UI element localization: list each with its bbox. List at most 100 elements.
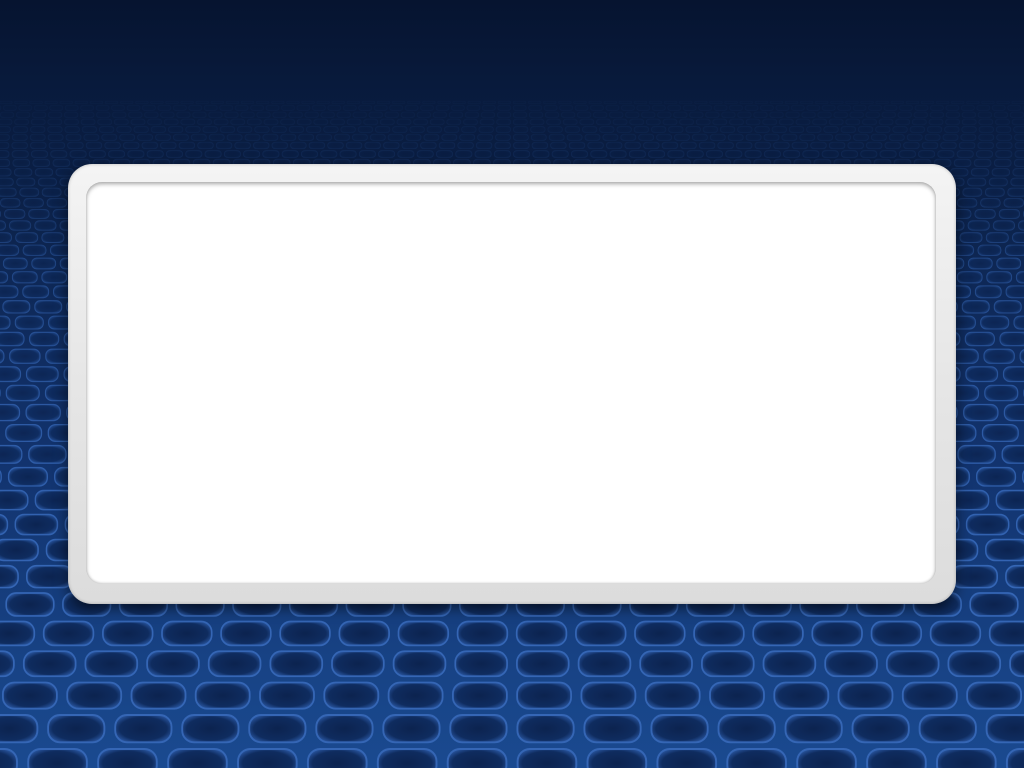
grid-cell: [583, 714, 642, 744]
grid-cell: [25, 403, 61, 422]
grid-cell: [995, 489, 1024, 511]
grid-cell: [451, 681, 508, 710]
grid-cell: [963, 403, 999, 422]
grid-cell: [0, 620, 36, 647]
grid-cell: [650, 714, 709, 744]
grid-cell: [516, 748, 578, 768]
grid-cell: [0, 714, 39, 744]
grid-cell: [577, 650, 632, 678]
grid-cell: [47, 714, 106, 744]
grid-cell: [929, 620, 982, 647]
grid-cell: [248, 714, 307, 744]
grid-cell: [376, 748, 438, 768]
grid-cell: [382, 714, 441, 744]
grid-cell: [66, 681, 123, 710]
grid-cell: [1009, 650, 1024, 678]
grid-cell: [1, 681, 58, 710]
grid-cell: [762, 650, 817, 678]
grid-cell: [965, 513, 1010, 536]
grid-cell: [1003, 403, 1024, 422]
grid-cell: [516, 681, 573, 710]
grid-cell: [130, 681, 187, 710]
grid-cell: [259, 681, 315, 710]
grid-cell: [988, 620, 1024, 647]
grid-cell: [454, 650, 508, 678]
grid-cell: [986, 271, 1013, 284]
grid-cell: [0, 285, 19, 299]
grid-cell: [323, 681, 380, 710]
grid-cell: [84, 650, 139, 678]
grid-cell: [985, 538, 1024, 562]
grid-cell: [984, 384, 1019, 402]
grid-cell: [449, 714, 508, 744]
grid-cell: [11, 271, 38, 284]
grid-cell: [14, 513, 59, 536]
grid-cell: [161, 620, 213, 647]
grid-cell: [0, 315, 11, 330]
grid-cell: [5, 592, 55, 617]
grid-cell: [956, 271, 983, 284]
grid-cell: [456, 620, 509, 647]
grid-cell: [644, 681, 701, 710]
grid-cell: [1002, 366, 1024, 383]
grid-cell: [885, 650, 940, 678]
grid-cell: [709, 681, 765, 710]
grid-cell: [0, 470, 2, 484]
grid-cell: [14, 315, 44, 330]
grid-cell: [656, 748, 718, 768]
grid-cell: [947, 650, 1002, 678]
grid-cell: [966, 681, 1023, 710]
grid-cell: [918, 714, 977, 744]
grid-cell: [279, 620, 331, 647]
grid-cell: [1005, 564, 1024, 589]
grid-cell: [983, 348, 1015, 364]
grid-cell: [28, 444, 67, 464]
grid-cell: [0, 331, 25, 347]
grid-cell: [985, 714, 1024, 744]
grid-cell: [5, 384, 40, 402]
grid-cell: [0, 349, 5, 364]
grid-cell: [0, 748, 18, 768]
grid-cell: [1005, 285, 1024, 299]
grid-cell: [331, 650, 385, 678]
grid-cell: [586, 748, 648, 768]
grid-cell: [397, 620, 450, 647]
grid-cell: [1015, 513, 1024, 536]
grid-cell: [936, 748, 997, 768]
content-panel-frame: [68, 164, 956, 604]
grid-cell: [102, 620, 154, 647]
grid-cell: [34, 300, 63, 314]
grid-cell: [97, 748, 158, 768]
grid-cell: [220, 620, 272, 647]
grid-cell: [181, 714, 240, 744]
grid-cell: [42, 620, 95, 647]
grid-cell: [717, 714, 776, 744]
grid-cell: [387, 681, 444, 710]
grid-cell: [965, 366, 999, 383]
grid-cell: [22, 650, 77, 678]
grid-cell: [1005, 748, 1024, 768]
grid-cell: [7, 466, 48, 487]
grid-cell: [0, 489, 29, 511]
grid-cell: [146, 650, 200, 678]
grid-cell: [22, 285, 50, 299]
grid-cell: [701, 650, 755, 678]
grid-cell: [693, 620, 745, 647]
grid-cell: [726, 748, 787, 768]
slide-background: [0, 0, 1024, 768]
grid-cell: [981, 423, 1019, 443]
grid-cell: [0, 564, 19, 589]
grid-cell: [9, 348, 41, 364]
grid-cell: [207, 650, 262, 678]
grid-cell: [950, 564, 998, 589]
grid-cell: [27, 748, 88, 768]
grid-cell: [0, 444, 23, 464]
grid-cell: [1019, 349, 1024, 364]
grid-cell: [41, 271, 68, 284]
grid-cell: [114, 714, 173, 744]
grid-cell: [866, 748, 927, 768]
grid-cell: [811, 620, 863, 647]
grid-cell: [338, 620, 390, 647]
grid-cell: [194, 681, 251, 710]
grid-cell: [993, 300, 1022, 314]
